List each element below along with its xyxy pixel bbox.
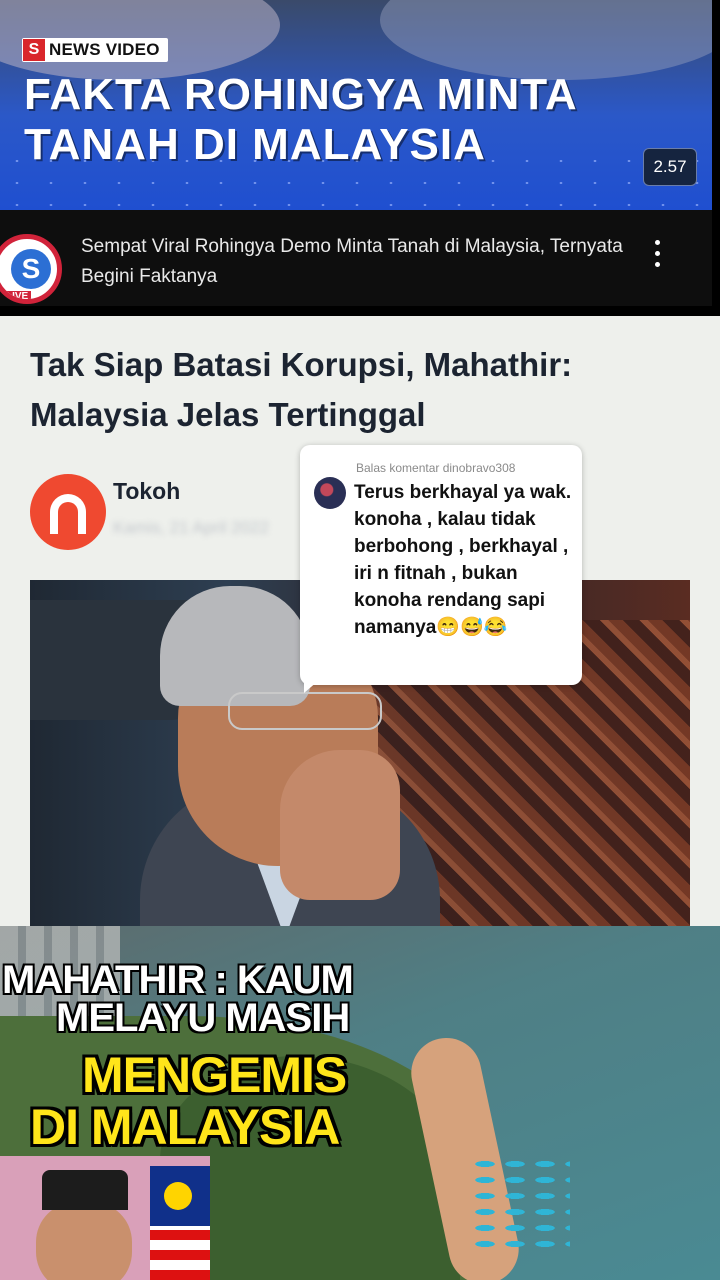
thumbnail-background-2: [380, 0, 712, 80]
commenter-avatar-icon: [314, 477, 346, 509]
thumb-title-line-4: DI MALAYSIA: [30, 1099, 340, 1155]
badge-label: NEWS VIDEO: [49, 40, 160, 59]
comment-text: Terus berkhayal ya wak. konoha , kalau t…: [354, 482, 572, 638]
video-meta: S LIVE Sempat Viral Rohingya Demo Minta …: [0, 210, 712, 306]
video-thumbnail-title: FAKTA ROHINGYA MINTA TANAH DI MALAYSIA: [24, 70, 577, 169]
channel-logo: S: [11, 249, 51, 289]
publisher-logo-icon[interactable]: [30, 474, 106, 550]
video-thumbnail[interactable]: S NEWS VIDEO FAKTA ROHINGYA MINTA TANAH …: [0, 0, 712, 210]
video-title[interactable]: Sempat Viral Rohingya Demo Minta Tanah d…: [81, 232, 641, 292]
article-title[interactable]: Tak Siap Batasi Korupsi, Mahathir: Malay…: [30, 340, 670, 440]
thumb-title-line-3: MENGEMIS: [82, 1047, 347, 1103]
reply-to-label: Balas komentar dinobravo308: [356, 461, 516, 475]
video-thumbnail-2[interactable]: MAHATHIR : KAUM MELAYU MASIH MENGEMIS DI…: [0, 926, 720, 1280]
malaysia-flag-icon: [150, 1166, 210, 1280]
thumbnail-person: [0, 1156, 210, 1280]
thumb-title-line-2: MELAYU MASIH: [56, 996, 350, 1040]
more-vertical-icon[interactable]: [646, 236, 668, 272]
video-duration: 2.57: [643, 148, 697, 186]
live-tag: LIVE: [3, 291, 32, 299]
comment-reply-bubble[interactable]: Balas komentar dinobravo308 Terus berkha…: [300, 445, 582, 693]
article-date: Kamis, 21 April 2022: [113, 518, 269, 537]
news-logo-icon: S: [23, 39, 45, 61]
channel-avatar-icon[interactable]: S LIVE: [0, 234, 62, 304]
news-video-badge: S NEWS VIDEO: [22, 38, 168, 62]
publisher-name[interactable]: Tokoh: [113, 478, 180, 505]
